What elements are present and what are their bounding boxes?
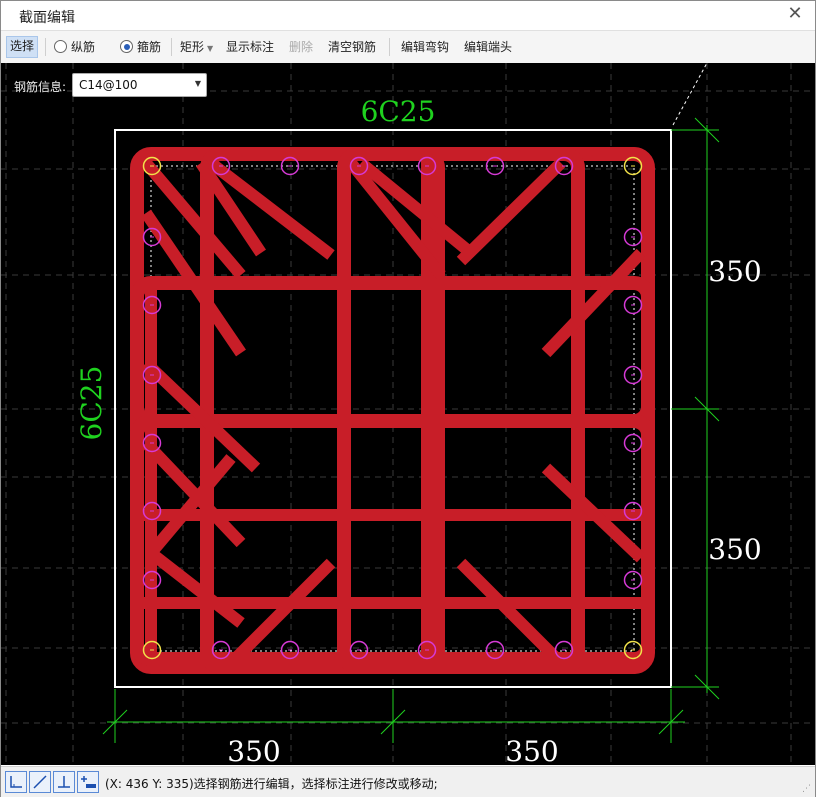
toolbar-divider [389, 38, 390, 56]
diagonal-hook[interactable] [147, 548, 245, 628]
dimension-lines [102, 117, 720, 743]
longitudinal-label: 纵筋 [71, 40, 96, 54]
clear-rebar-button[interactable]: 清空钢筋 [328, 37, 376, 57]
rect-label: 矩形 [180, 40, 205, 54]
edit-hook-button[interactable]: 编辑弯钩 [401, 37, 449, 57]
leader-line [672, 63, 708, 126]
drawing-canvas[interactable]: 6C25 6C25 350 350 350 350 钢筋信息: C14@100 … [1, 63, 815, 765]
select-button[interactable]: 选择 [6, 36, 39, 58]
right-dim-upper[interactable]: 350 [708, 255, 761, 288]
toolbar-divider [171, 38, 172, 56]
add-dimension-icon[interactable] [77, 771, 99, 793]
bottom-dim-left[interactable]: 350 [227, 735, 280, 765]
status-bar: (X: 436 Y: 335)选择钢筋进行编辑，选择标注进行修改或移动; ⋰ [1, 766, 815, 797]
window-title: 截面编辑 [19, 10, 75, 26]
edit-end-button[interactable]: 编辑端头 [464, 37, 512, 57]
inner-stirrup[interactable] [337, 147, 585, 674]
section-drawing[interactable]: 6C25 6C25 350 350 350 350 [1, 63, 815, 765]
section-edit-window: 截面编辑 ✕ 选择 纵筋 箍筋 矩形 ▼ 显示标注 删除 清空钢筋 编辑弯钩 编辑… [0, 0, 816, 797]
diagonal-line-icon[interactable] [29, 771, 51, 793]
delete-button[interactable]: 删除 [289, 37, 313, 57]
rebar-info-select[interactable]: C14@100 ▼ [72, 73, 207, 97]
radio-on-icon [120, 40, 133, 53]
radio-off-icon [54, 40, 67, 53]
resize-grip-icon[interactable]: ⋰ [802, 784, 811, 794]
stirrup-label: 箍筋 [137, 40, 162, 54]
diagonal-hook[interactable] [146, 454, 236, 557]
chevron-down-icon: ▼ [207, 44, 214, 53]
stirrup-radio[interactable]: 箍筋 [120, 37, 161, 57]
diagonal-hook[interactable] [456, 158, 566, 266]
rect-dropdown[interactable]: 矩形 ▼ [180, 37, 213, 57]
diagonal-hook[interactable] [541, 248, 646, 358]
perpendicular-icon[interactable] [53, 771, 75, 793]
toolbar: 选择 纵筋 箍筋 矩形 ▼ 显示标注 删除 清空钢筋 编辑弯钩 编辑端头 [1, 30, 815, 64]
left-rebar-label[interactable]: 6C25 [75, 366, 108, 441]
top-rebar-label[interactable]: 6C25 [361, 95, 436, 128]
toolbar-divider [45, 38, 46, 56]
longitudinal-radio[interactable]: 纵筋 [54, 37, 95, 57]
rebar-info-label: 钢筋信息: [14, 80, 67, 94]
show-dimensions-button[interactable]: 显示标注 [226, 37, 274, 57]
status-message: (X: 436 Y: 335)选择钢筋进行编辑，选择标注进行修改或移动; [105, 777, 438, 791]
corner-snap-icon[interactable] [5, 771, 27, 793]
bottom-dim-right[interactable]: 350 [505, 735, 558, 765]
right-dim-lower[interactable]: 350 [708, 533, 761, 566]
close-icon[interactable]: ✕ [785, 4, 805, 24]
chevron-down-icon: ▼ [194, 79, 201, 88]
title-bar: 截面编辑 ✕ [1, 1, 815, 30]
rebar-info-value: C14@100 [79, 78, 138, 92]
